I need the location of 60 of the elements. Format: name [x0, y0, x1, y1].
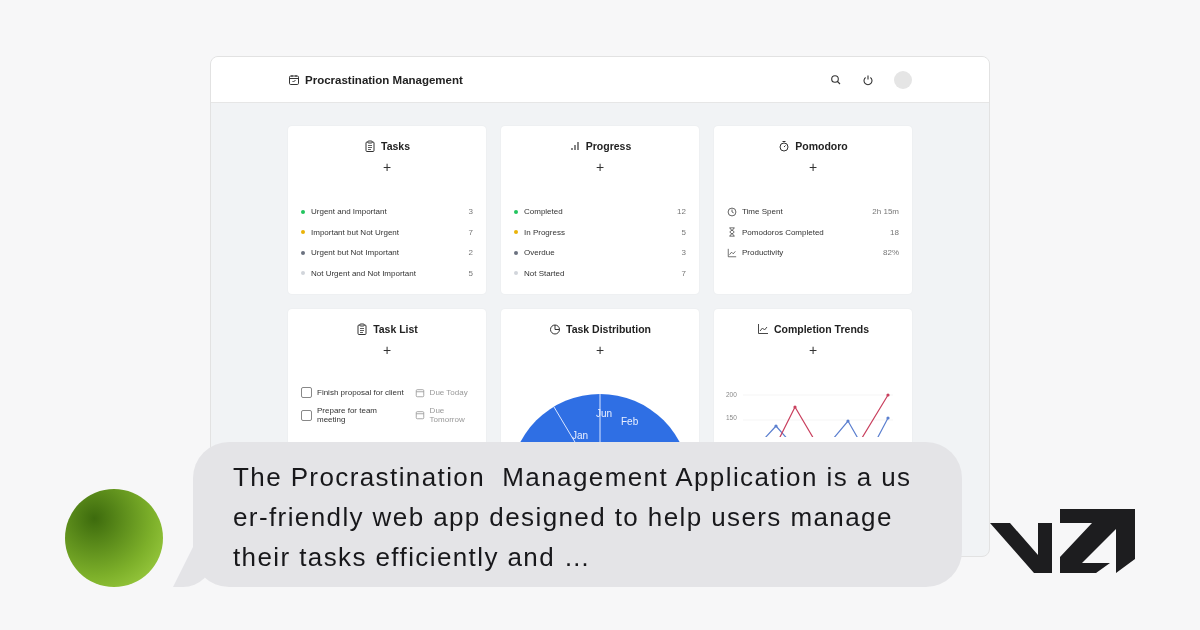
- card-title: Pomodoro: [795, 140, 848, 152]
- calendar-icon: [414, 410, 425, 420]
- due-date: Due Today: [429, 388, 469, 397]
- line-chart-icon: [756, 323, 769, 335]
- pie-chart-icon: [549, 323, 561, 335]
- status-label: In Progress: [524, 227, 566, 237]
- stat-label: Time Spent: [742, 207, 784, 217]
- category-label: Important but Not Urgent: [311, 227, 401, 237]
- add-button[interactable]: +: [804, 343, 822, 357]
- card-title: Tasks: [381, 140, 410, 152]
- slice-label: Feb: [621, 416, 639, 427]
- stat-value: 18: [890, 227, 899, 237]
- slice-label: Jun: [596, 408, 613, 419]
- search-icon[interactable]: [830, 73, 842, 86]
- card-title: Completion Trends: [773, 323, 870, 335]
- task-label: Prepare for team meeting: [317, 406, 379, 424]
- count: 5: [468, 268, 473, 278]
- stat-label: Pomodoros Completed: [742, 227, 825, 237]
- status-label: Not Started: [524, 268, 566, 278]
- add-button[interactable]: +: [804, 160, 822, 174]
- checkbox[interactable]: [301, 409, 312, 421]
- power-icon[interactable]: [862, 73, 874, 86]
- add-button[interactable]: +: [591, 160, 609, 174]
- hourglass-icon: [727, 227, 737, 238]
- clipboard-list-icon: [356, 323, 369, 335]
- calendar-icon: [288, 73, 300, 86]
- count: 5: [681, 227, 686, 237]
- add-button[interactable]: +: [378, 343, 396, 357]
- card-title: Task List: [373, 323, 418, 335]
- message-text: The Procrastination Management Application is a us er-friendly web app designed to help users manage their tasks efficiently and …: [233, 461, 912, 574]
- add-button[interactable]: +: [591, 343, 609, 357]
- calendar-icon: [414, 387, 425, 398]
- line-chart-icon: [727, 247, 737, 258]
- count: 7: [468, 227, 473, 237]
- stat-value: 2h 15m: [872, 207, 899, 217]
- clipboard-icon: [364, 140, 376, 152]
- due-date: Due Tomorrow: [429, 406, 466, 424]
- bar-chart-icon: [568, 140, 581, 152]
- status-label: Completed: [524, 207, 564, 217]
- card-title: Progress: [585, 140, 632, 152]
- category-label: Not Urgent and Not Important: [311, 268, 417, 278]
- stat-value: 82%: [883, 248, 899, 258]
- status-label: Overdue: [524, 248, 556, 258]
- checkbox[interactable]: [301, 387, 312, 398]
- task-label: Finish proposal for client: [317, 388, 405, 397]
- count: 3: [468, 207, 473, 217]
- count: 12: [677, 207, 686, 217]
- count: 3: [681, 248, 686, 258]
- add-button[interactable]: +: [378, 160, 396, 174]
- clock-icon: [727, 206, 737, 217]
- logo-icon: [990, 507, 1135, 575]
- count: 2: [468, 248, 473, 258]
- slice-label: Jan: [572, 430, 589, 441]
- timer-icon: [778, 140, 791, 152]
- stat-label: Productivity: [742, 248, 785, 258]
- card-title: Task Distribution: [566, 323, 651, 335]
- count: 7: [681, 268, 686, 278]
- category-label: Urgent but Not Important: [311, 248, 401, 258]
- category-label: Urgent and Important: [311, 207, 388, 217]
- app-title: Procrastination Management: [305, 73, 463, 86]
